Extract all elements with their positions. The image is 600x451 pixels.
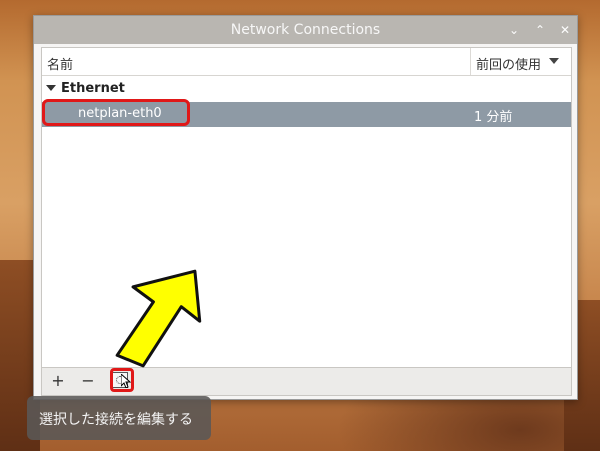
annotation-highlight-row xyxy=(42,99,190,126)
column-separator xyxy=(470,48,471,75)
window-title: Network Connections xyxy=(230,22,381,38)
close-button[interactable]: ✕ xyxy=(556,21,574,39)
maximize-button[interactable]: ⌃ xyxy=(531,21,549,39)
title-bar[interactable]: Network Connections ⌄ ⌃ ✕ xyxy=(34,16,577,44)
remove-connection-button[interactable]: − xyxy=(74,370,102,392)
expander-down-icon[interactable] xyxy=(46,85,56,91)
list-header: 名前 前回の使用 xyxy=(42,48,571,76)
mouse-pointer-icon xyxy=(121,374,131,388)
group-row-ethernet[interactable]: Ethernet xyxy=(42,79,571,99)
tooltip-text: 選択した接続を編集する xyxy=(39,412,193,428)
column-header-name[interactable]: 名前 xyxy=(47,54,73,73)
edit-tooltip: 選択した接続を編集する xyxy=(27,396,211,440)
minimize-button[interactable]: ⌄ xyxy=(505,21,523,39)
annotation-arrow-icon xyxy=(115,269,202,368)
column-header-last-used[interactable]: 前回の使用 xyxy=(476,54,541,73)
add-connection-button[interactable]: + xyxy=(44,370,72,392)
sort-down-icon[interactable] xyxy=(549,58,559,64)
connection-last-used: 1 分前 xyxy=(474,110,513,125)
group-label: Ethernet xyxy=(61,81,125,96)
